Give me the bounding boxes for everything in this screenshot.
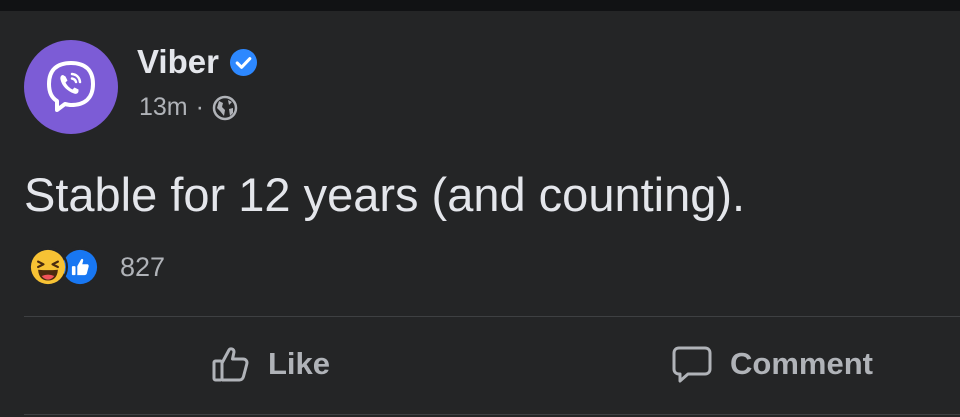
verified-badge-icon: [229, 48, 257, 76]
comment-button[interactable]: Comment: [670, 336, 873, 392]
post-timestamp[interactable]: 13m: [139, 93, 188, 122]
post-card: Viber 13m · Stable for 12 years (and cou…: [0, 11, 960, 417]
post-text: Stable for 12 years (and counting).: [24, 168, 746, 221]
avatar[interactable]: [24, 40, 118, 134]
comment-label: Comment: [730, 346, 873, 381]
viber-logo-icon: [47, 61, 95, 112]
author-name[interactable]: Viber: [137, 43, 219, 81]
haha-reaction-icon: [28, 247, 68, 287]
reaction-count[interactable]: 827: [120, 252, 165, 283]
globe-icon[interactable]: [212, 95, 238, 121]
comment-icon: [672, 346, 712, 383]
divider: [24, 414, 960, 415]
top-bar: [0, 0, 960, 11]
author-row: Viber: [137, 43, 258, 81]
meta-separator: ·: [195, 93, 204, 121]
reactions-summary[interactable]: 827: [28, 247, 165, 287]
like-label: Like: [268, 346, 331, 381]
like-icon: [212, 347, 249, 382]
like-button[interactable]: Like: [210, 336, 330, 392]
post-meta: 13m ·: [139, 93, 238, 122]
divider: [24, 316, 960, 317]
